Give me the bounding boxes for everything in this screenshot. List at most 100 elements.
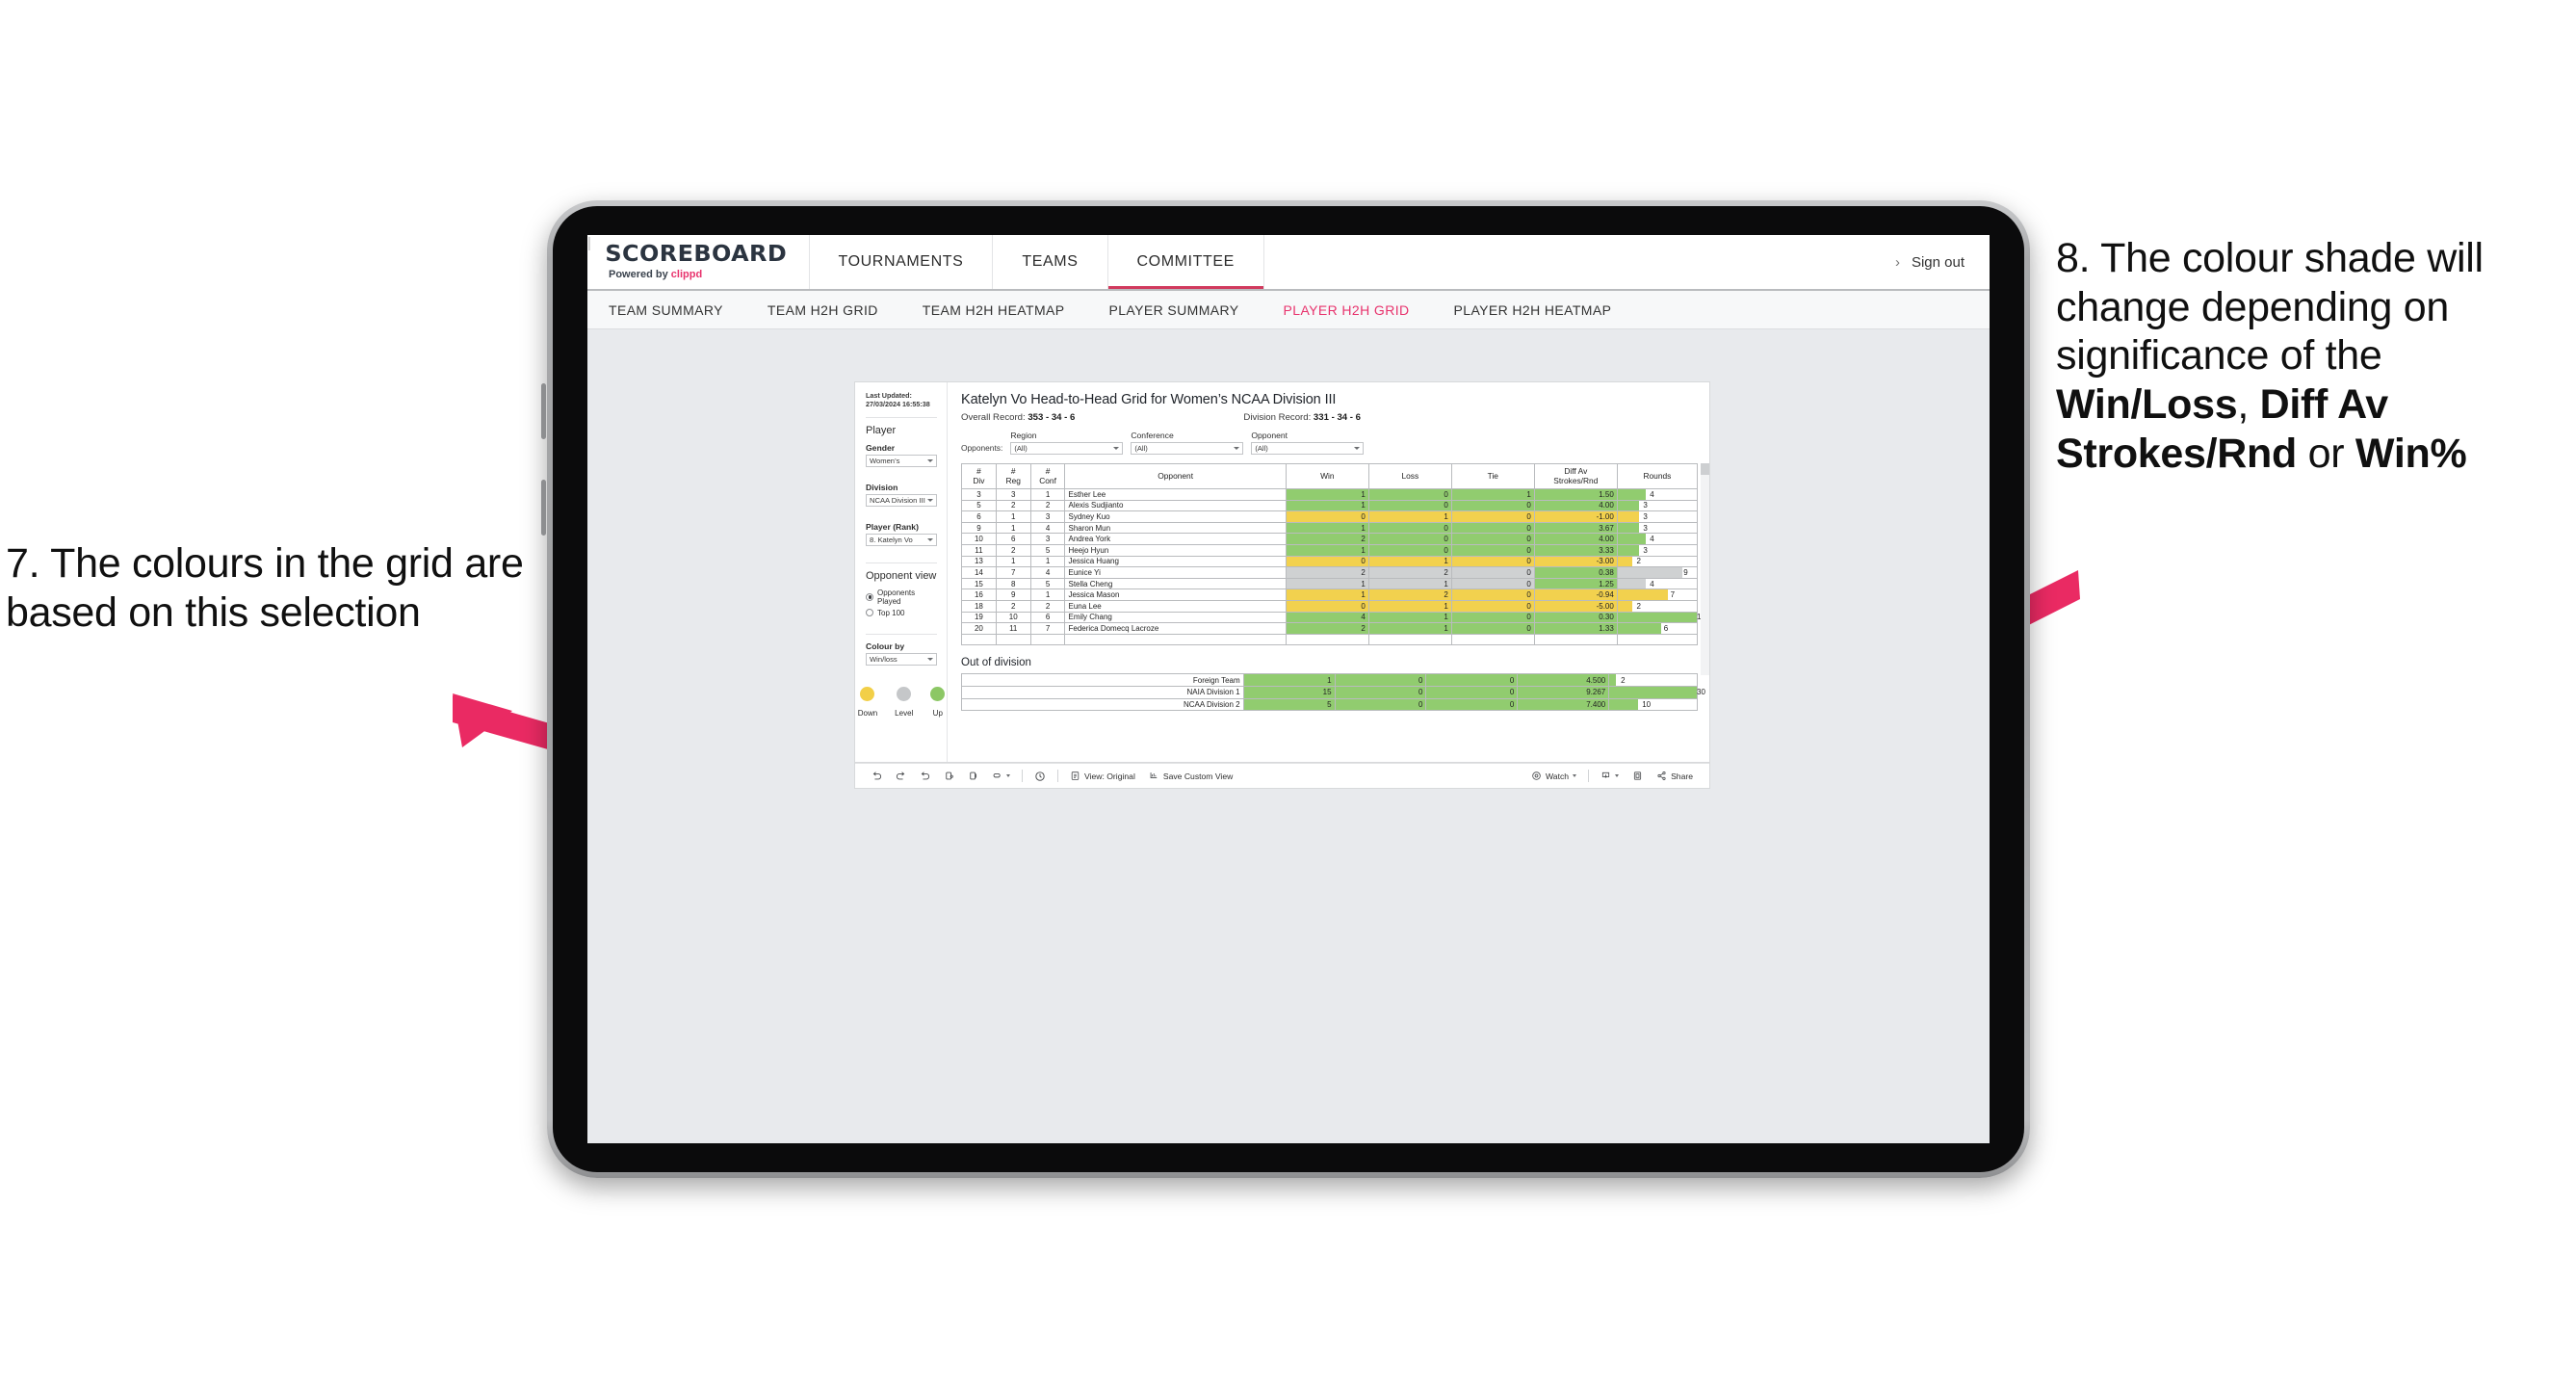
rounds-value: 3 [1643, 545, 1648, 555]
undo-button[interactable] [865, 771, 889, 781]
nav-item-tournaments[interactable]: TOURNAMENTS [810, 235, 994, 289]
chevron-right-icon[interactable]: › [1895, 254, 1900, 271]
division-value: NCAA Division III [870, 495, 925, 505]
sign-out-button[interactable]: Sign out [1912, 254, 1965, 271]
col-tie[interactable]: Tie [1450, 463, 1535, 489]
table-row[interactable]: 9 1 4 Sharon Mun 1 0 0 3.67 3 [961, 521, 1699, 535]
col-diff-av-strokes[interactable]: Diff Av Strokes/Rnd [1533, 463, 1618, 489]
nav-item-teams[interactable]: TEAMS [993, 235, 1108, 289]
col-opponent[interactable]: Opponent [1064, 463, 1287, 489]
revert-button[interactable] [913, 771, 937, 781]
table-row[interactable]: 19106Emily Chang4100.3011 [961, 611, 1704, 624]
gender-select[interactable]: Women’s [866, 454, 937, 467]
rounds-value: 3 [1643, 523, 1648, 533]
cell-loss: 0 [1367, 499, 1452, 512]
cell-loss: 0 [1334, 673, 1427, 687]
watch-button[interactable]: Watch [1524, 771, 1583, 781]
radio-opponents-played[interactable]: Opponents Played [866, 588, 937, 606]
cell-conf: 5 [1029, 543, 1066, 557]
tab-team-h2h-grid[interactable]: TEAM H2H GRID [768, 302, 901, 318]
cell-diff: 9.267 [1517, 685, 1610, 699]
table-row[interactable]: 10 6 3 Andrea York 2 0 0 4.00 4 [961, 533, 1699, 545]
cell-diff: 4.00 [1533, 533, 1618, 545]
rounds-bar [1617, 522, 1639, 534]
player-rank-select[interactable]: 8. Katelyn Vo [866, 533, 937, 546]
cell-win: 1 [1285, 488, 1369, 501]
table-row[interactable]: 11 2 5 Heejo Hyun 1 0 0 3.33 3 [961, 543, 1699, 557]
highlight-button[interactable] [985, 771, 1017, 781]
out-of-division-row[interactable]: NCAA Division 2 5 0 0 7.400 10 [961, 697, 1698, 712]
cell-win: 5 [1242, 697, 1336, 712]
radio-label: Opponents Played [877, 588, 916, 606]
cell-rounds: 30 [1608, 685, 1705, 699]
view-original-button[interactable]: View: Original [1063, 771, 1142, 781]
colour-by-select[interactable]: Win/loss [866, 652, 937, 666]
cell-opponent: Heejo Hyun [1064, 543, 1287, 557]
division-select[interactable]: NCAA Division III [866, 493, 937, 507]
save-custom-view-button[interactable]: Save Custom View [1142, 771, 1239, 781]
cell-opponent: Alexis Sudjianto [1064, 499, 1287, 512]
col-reg[interactable]: # Reg [995, 463, 1031, 489]
out-of-division-row[interactable]: NAIA Division 1 15 0 0 9.267 30 [961, 685, 1705, 699]
filter-conference-select[interactable]: (All) [1131, 442, 1244, 455]
primary-nav: TOURNAMENTS TEAMS COMMITTEE [810, 235, 1264, 289]
pause-button[interactable] [961, 771, 985, 781]
cell-win: 1 [1285, 543, 1369, 557]
app-logo[interactable]: SCOREBOARD Powered by clippd [587, 235, 810, 289]
chevron-down-icon [927, 498, 933, 502]
colour-by-value: Win/loss [870, 654, 898, 664]
table-row[interactable]: 16 9 1 Jessica Mason 1 2 0 -0.94 7 [961, 588, 1699, 601]
table-row[interactable]: 5 2 2 Alexis Sudjianto 1 0 0 4.00 3 [961, 499, 1699, 512]
chevron-down-icon [927, 537, 933, 541]
cell-rounds: 2 [1616, 599, 1699, 613]
table-row[interactable]: 20 11 7 Federica Domecq Lacroze 2 1 0 1.33 6 [961, 622, 1699, 635]
cell-div: 10 [961, 533, 997, 545]
division-record: Division Record: 331 - 34 - 6 [1243, 412, 1361, 423]
rounds-value: 2 [1636, 557, 1641, 566]
cell-div: 20 [961, 622, 997, 635]
records-row: Overall Record: 353 - 34 - 6 Division Re… [961, 412, 1698, 423]
save-custom-view-label: Save Custom View [1162, 771, 1234, 781]
table-row[interactable]: 3 3 1 Esther Lee 1 0 1 1.50 4 [961, 488, 1699, 501]
tablet-power-button [541, 480, 546, 536]
table-row[interactable]: 15 8 5 Stella Cheng 1 1 0 1.25 4 [961, 577, 1699, 590]
col-loss[interactable]: Loss [1367, 463, 1452, 489]
out-of-division-row[interactable]: Foreign Team 1 0 0 4.500 2 [961, 673, 1698, 687]
col-rounds[interactable]: Rounds [1616, 463, 1699, 489]
col-win[interactable]: Win [1285, 463, 1369, 489]
redo-button[interactable] [889, 771, 913, 781]
col-div[interactable]: # Div [961, 463, 997, 489]
table-row[interactable]: 18 2 2 Euna Lee 0 1 0 -5.00 2 [961, 599, 1699, 613]
refresh-button[interactable] [937, 771, 961, 781]
fullscreen-button[interactable] [1626, 771, 1650, 781]
tab-player-summary[interactable]: PLAYER SUMMARY [1109, 302, 1262, 318]
tab-team-summary[interactable]: TEAM SUMMARY [609, 302, 746, 318]
table-row[interactable]: 13 1 1 Jessica Huang 0 1 0 -3.00 2 [961, 555, 1699, 568]
filter-opponent-select[interactable]: (All) [1251, 442, 1365, 455]
grid-scrollbar-thumb[interactable] [1701, 463, 1709, 475]
toolbar-divider [1057, 770, 1058, 782]
cell-div: 9 [961, 521, 997, 535]
table-row[interactable]: 6 1 3 Sydney Kuo 0 1 0 -1.00 3 [961, 510, 1699, 523]
cell-diff: -0.94 [1533, 588, 1618, 601]
cell-loss: 1 [1367, 599, 1452, 613]
cell-loss: 1 [1367, 611, 1452, 624]
nav-item-committee[interactable]: COMMITTEE [1108, 235, 1264, 289]
grid-scrollbar-track[interactable] [1701, 463, 1709, 675]
col-conf[interactable]: # Conf [1029, 463, 1066, 489]
share-button[interactable]: Share [1650, 771, 1700, 781]
table-row[interactable]: 14 7 4 Eunice Yi 2 2 0 0.38 9 [961, 566, 1699, 579]
download-button[interactable] [1594, 771, 1626, 781]
pause-updates-button[interactable] [1028, 771, 1053, 782]
cell-loss: 0 [1367, 488, 1452, 501]
empty-cell [1533, 633, 1618, 646]
out-of-division-title: Out of division [961, 657, 1031, 669]
filter-region-select[interactable]: (All) [1010, 442, 1124, 455]
tab-team-h2h-heatmap[interactable]: TEAM H2H HEATMAP [923, 302, 1088, 318]
tab-player-h2h-grid[interactable]: PLAYER H2H GRID [1284, 302, 1433, 318]
cell-conf: 1 [1029, 555, 1066, 568]
tab-player-h2h-heatmap[interactable]: PLAYER H2H HEATMAP [1454, 302, 1635, 318]
radio-top-100[interactable]: Top 100 [866, 609, 937, 617]
empty-cell [1616, 633, 1699, 646]
filter-region-value: (All) [1014, 444, 1028, 453]
